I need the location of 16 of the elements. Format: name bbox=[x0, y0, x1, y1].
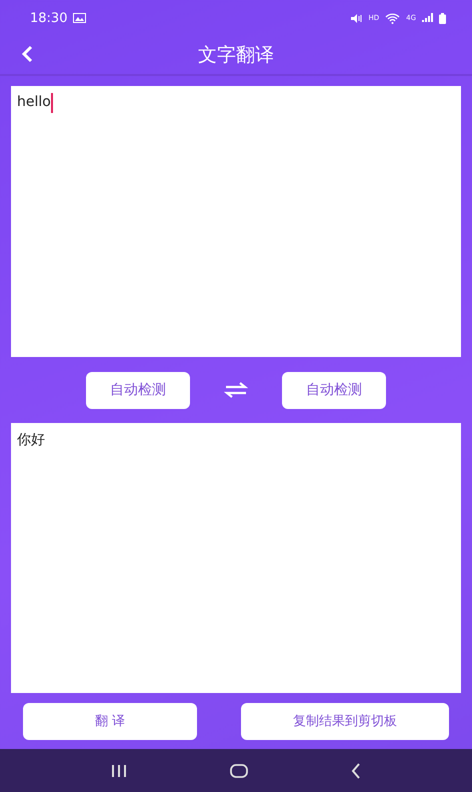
result-text-area: 你好 bbox=[11, 423, 461, 693]
translate-button[interactable]: 翻 译 bbox=[23, 702, 197, 740]
source-text-field[interactable]: hello bbox=[11, 86, 461, 357]
source-language-button[interactable]: 自动检测 bbox=[86, 372, 190, 408]
battery-icon bbox=[439, 12, 446, 24]
swap-icon[interactable] bbox=[224, 381, 248, 399]
wifi-icon bbox=[385, 12, 400, 24]
image-icon bbox=[73, 13, 86, 23]
copy-result-button[interactable]: 复制结果到剪切板 bbox=[241, 702, 449, 740]
back-icon[interactable] bbox=[350, 762, 361, 778]
recent-apps-icon[interactable] bbox=[111, 764, 128, 778]
page-title: 文字翻译 bbox=[198, 43, 274, 68]
home-icon[interactable] bbox=[230, 764, 248, 778]
signal-icon bbox=[422, 13, 433, 23]
target-language-button[interactable]: 自动检测 bbox=[282, 372, 386, 408]
status-time: 18:30 bbox=[30, 10, 68, 26]
